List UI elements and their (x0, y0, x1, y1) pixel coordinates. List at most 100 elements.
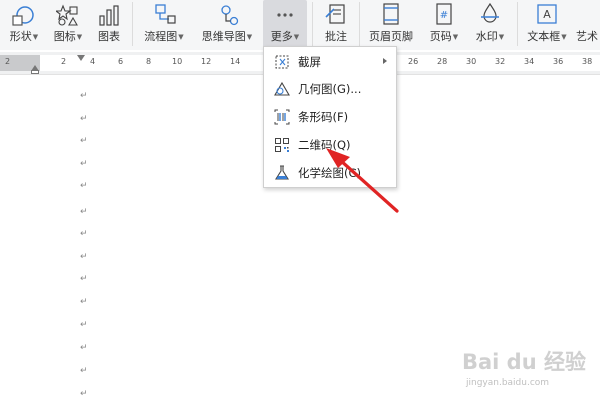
more-button[interactable]: 更多▼ (263, 0, 307, 50)
paragraph-mark: ↵ (80, 274, 88, 284)
paragraph-mark: ↵ (80, 252, 88, 262)
ribbon-divider (517, 2, 518, 46)
first-line-indent-marker[interactable] (77, 55, 85, 61)
qr-code-icon (274, 137, 290, 153)
ruler-tick: 28 (437, 57, 448, 66)
comment-label: 批注 (325, 30, 347, 43)
shape-icon (9, 0, 39, 26)
header-footer-label: 页眉页脚 (369, 30, 413, 43)
paragraph-mark: ↵ (80, 297, 88, 307)
chart-label: 图表 (98, 30, 120, 43)
watermark-icon (475, 0, 505, 26)
chart-button[interactable]: 图表 (92, 0, 126, 50)
menu-item-label: 化学绘图(C) (298, 166, 362, 180)
menu-item-label: 条形码(F) (298, 110, 349, 124)
ruler-tick: 2 (61, 57, 67, 66)
chevron-down-icon: ▼ (178, 33, 184, 41)
wordart-icon (576, 0, 600, 26)
screenshot-icon (274, 54, 290, 70)
mindmap-button[interactable]: 思维导图▼ (196, 0, 258, 50)
paragraph-mark: ↵ (80, 114, 88, 124)
paragraph-mark: ↵ (80, 366, 88, 376)
menu-item-screenshot[interactable]: 截屏 (264, 49, 396, 75)
ruler-tick: 34 (524, 57, 535, 66)
ruler-tick: 32 (495, 57, 506, 66)
chevron-down-icon: ▼ (293, 33, 300, 41)
submenu-arrow-icon (383, 58, 387, 64)
ruler-tick: 6 (118, 57, 124, 66)
chevron-down-icon: ▼ (561, 33, 567, 41)
chevron-down-icon: ▼ (452, 33, 459, 41)
paragraph-mark: ↵ (80, 320, 88, 330)
paragraph-mark: ↵ (80, 136, 88, 146)
ruler-tick: 8 (146, 57, 152, 66)
mindmap-label: 思维导图 (201, 30, 246, 43)
ruler-tick: 38 (582, 57, 593, 66)
page-number-button[interactable]: # 页码▼ (422, 0, 466, 50)
paragraph-mark: ↵ (80, 181, 88, 191)
shape-button[interactable]: 形状▼ (4, 0, 44, 50)
ruler-tick: 4 (90, 57, 96, 66)
chemistry-flask-icon (274, 165, 290, 181)
paragraph-mark: ↵ (80, 91, 88, 101)
watermark-button[interactable]: 水印▼ (468, 0, 512, 50)
left-indent-marker[interactable] (31, 70, 39, 74)
shape-label: 形状 (9, 30, 32, 43)
page-number-label: 页码 (429, 30, 452, 43)
paragraph-mark: ↵ (80, 159, 88, 169)
ruler-tick: 30 (466, 57, 477, 66)
menu-item-qr-code[interactable]: 二维码(Q) (264, 132, 396, 158)
header-footer-icon (376, 0, 406, 26)
icons-gallery-icon (53, 0, 83, 26)
svg-text:#: # (440, 10, 448, 21)
ruler-tick: 2 (5, 57, 11, 66)
watermark-brand: Bai du 经验 (462, 350, 586, 374)
watermark-label: 水印 (475, 30, 498, 43)
comment-button[interactable]: 批注 (318, 0, 354, 50)
svg-text:A: A (543, 8, 551, 21)
barcode-icon (274, 109, 290, 125)
flowchart-icon (149, 0, 179, 26)
ruler-tick: 14 (230, 57, 241, 66)
page-number-icon: # (429, 0, 459, 26)
ruler-tick: 36 (553, 57, 564, 66)
header-footer-button[interactable]: 页眉页脚 (364, 0, 418, 50)
menu-item-barcode[interactable]: 条形码(F) (264, 104, 396, 130)
ribbon-toolbar: 形状▼ 图标▼ 图表 流程图▼ 思维导图▼ 更多▼ 批注 页眉页脚 # 页码▼ … (0, 0, 600, 50)
wordart-label: 艺术 (576, 30, 598, 43)
ribbon-divider (359, 2, 360, 46)
paragraph-mark: ↵ (80, 229, 88, 239)
chevron-down-icon: ▼ (76, 33, 83, 41)
menu-item-chemistry-drawing[interactable]: 化学绘图(C) (264, 160, 396, 186)
mindmap-icon (212, 0, 242, 26)
chevron-down-icon: ▼ (32, 33, 39, 41)
comment-icon (321, 0, 351, 26)
menu-item-label: 几何图(G)... (298, 82, 362, 96)
ruler-tick: 26 (408, 57, 419, 66)
flowchart-button[interactable]: 流程图▼ (138, 0, 190, 50)
geometry-icon (274, 81, 290, 97)
icons-button[interactable]: 图标▼ (48, 0, 88, 50)
textbox-button[interactable]: A 文本框▼ (522, 0, 572, 50)
chart-icon (94, 0, 124, 26)
more-dots-icon (270, 0, 300, 26)
textbox-label: 文本框 (527, 30, 561, 43)
site-watermark: Bai du 经验 jingyan.baidu.com (460, 340, 596, 398)
flowchart-label: 流程图 (144, 30, 178, 43)
chevron-down-icon: ▼ (498, 33, 505, 41)
menu-item-geometry[interactable]: 几何图(G)... (264, 76, 396, 102)
icons-label: 图标 (53, 30, 76, 43)
textbox-icon: A (532, 0, 562, 26)
chevron-down-icon: ▼ (246, 33, 253, 41)
paragraph-mark: ↵ (80, 207, 88, 217)
paragraph-mark: ↵ (80, 343, 88, 353)
watermark-url: jingyan.baidu.com (466, 378, 550, 388)
menu-item-label: 截屏 (298, 55, 321, 69)
ribbon-divider (132, 2, 133, 46)
more-label: 更多 (270, 30, 293, 43)
ribbon-divider (312, 2, 313, 46)
menu-item-label: 二维码(Q) (298, 138, 351, 152)
more-dropdown-menu: 截屏 几何图(G)... 条形码(F) 二维码(Q) 化学绘图(C) (263, 46, 397, 188)
wordart-button[interactable]: 艺术 (576, 0, 600, 50)
paragraph-mark: ↵ (80, 389, 88, 399)
